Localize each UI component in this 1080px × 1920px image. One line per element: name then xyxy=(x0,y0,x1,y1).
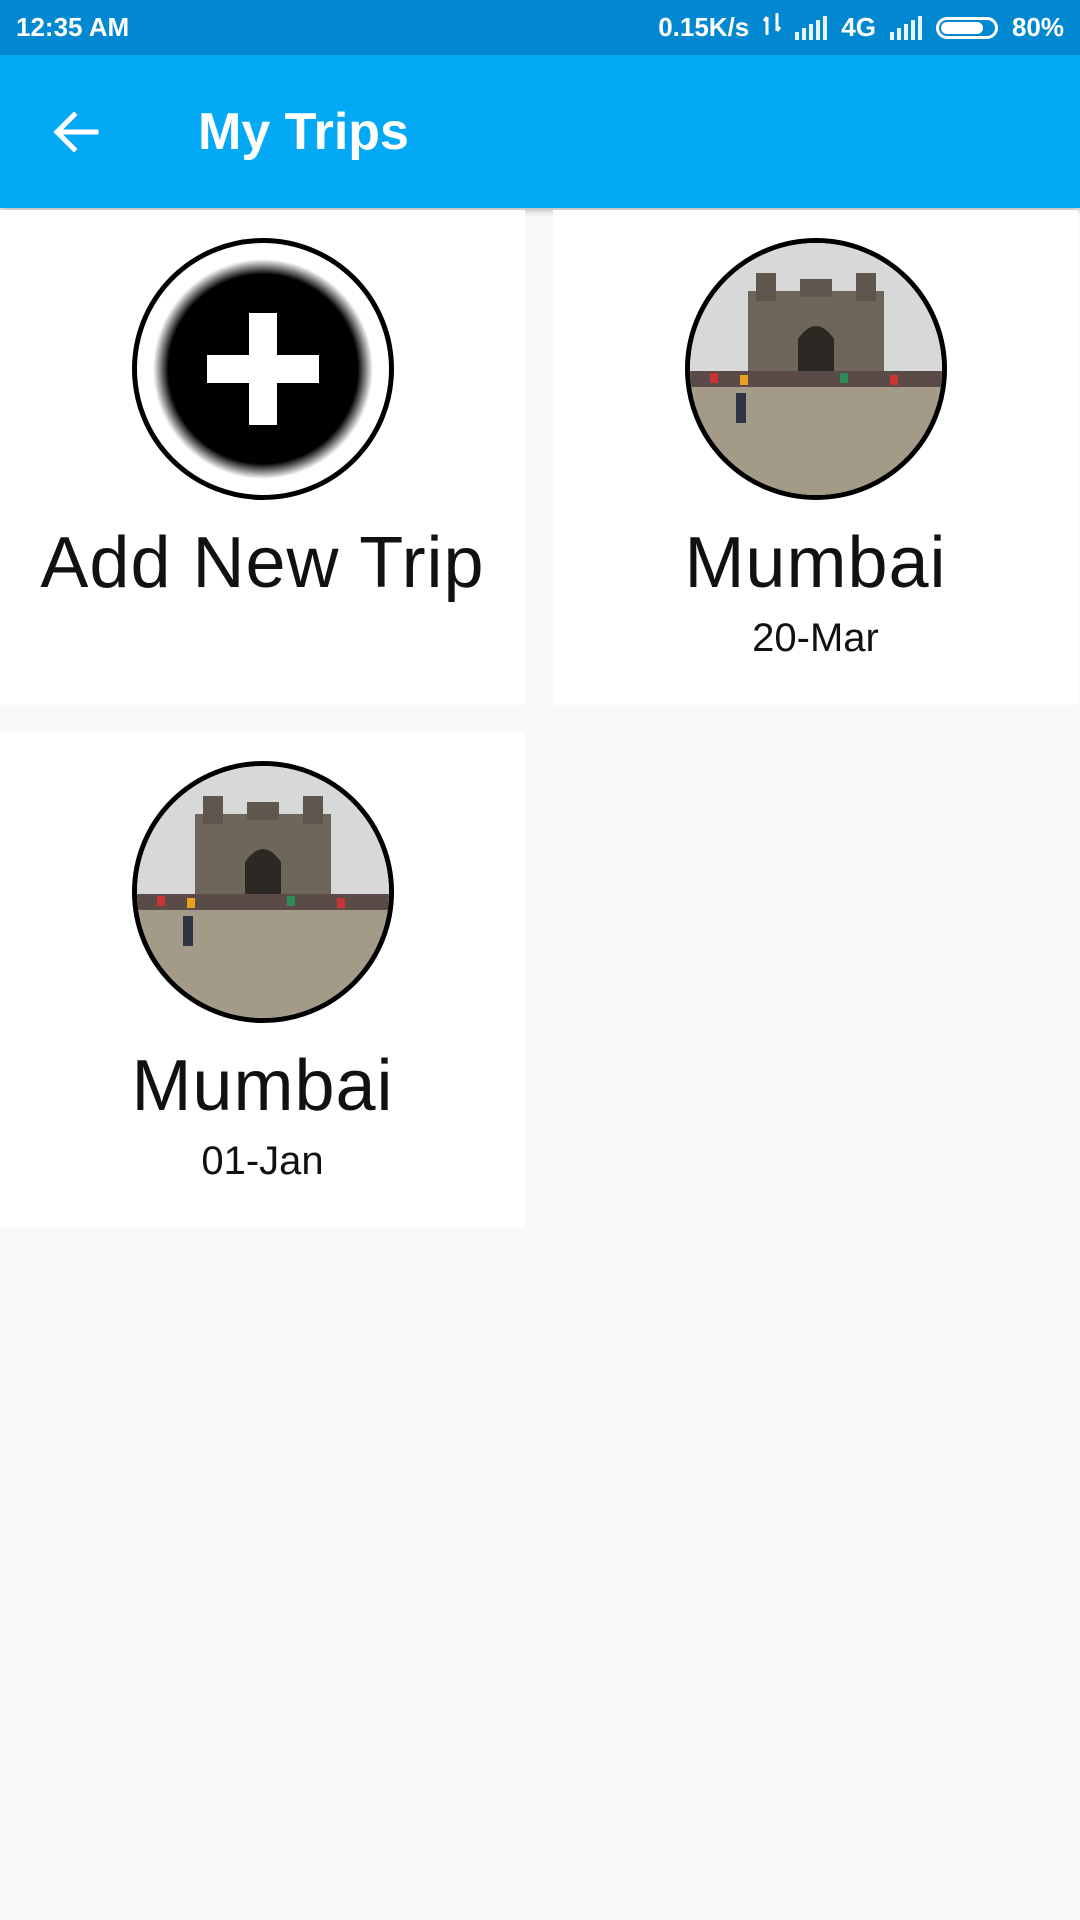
trip-card[interactable]: Mumbai 01-Jan xyxy=(0,733,525,1228)
trip-photo xyxy=(131,761,394,1023)
trip-name: Mumbai xyxy=(131,1046,394,1126)
trip-name: Mumbai xyxy=(684,523,947,603)
gateway-of-india-photo xyxy=(136,766,389,1018)
gateway-of-india-photo xyxy=(689,243,942,495)
status-bar: 12:35 AM 0.15K/s 4G 80% xyxy=(0,0,1080,55)
battery-fill xyxy=(940,21,983,34)
back-button[interactable] xyxy=(36,92,116,172)
data-transfer-icon xyxy=(763,11,782,44)
network-type: 4G xyxy=(841,12,876,42)
trip-card[interactable]: Mumbai 20-Mar xyxy=(553,210,1078,705)
trip-photo xyxy=(684,238,947,500)
plus-icon xyxy=(152,259,373,479)
add-trip-circle xyxy=(131,238,394,500)
battery-icon xyxy=(935,16,998,39)
trip-date: 01-Jan xyxy=(201,1139,324,1183)
add-trip-label: Add New Trip xyxy=(40,523,485,603)
add-trip-card[interactable]: Add New Trip xyxy=(0,210,525,705)
battery-percent: 80% xyxy=(1011,12,1064,42)
app-bar: My Trips xyxy=(0,55,1080,208)
status-indicators: 0.15K/s 4G 80% xyxy=(658,11,1064,44)
arrow-left-icon xyxy=(53,110,99,153)
page-title: My Trips xyxy=(198,102,409,161)
status-time: 12:35 AM xyxy=(16,12,130,42)
signal-icon-secondary xyxy=(889,15,922,40)
signal-icon xyxy=(795,15,828,40)
network-speed: 0.15K/s xyxy=(658,12,750,42)
trip-date: 20-Mar xyxy=(752,616,879,660)
